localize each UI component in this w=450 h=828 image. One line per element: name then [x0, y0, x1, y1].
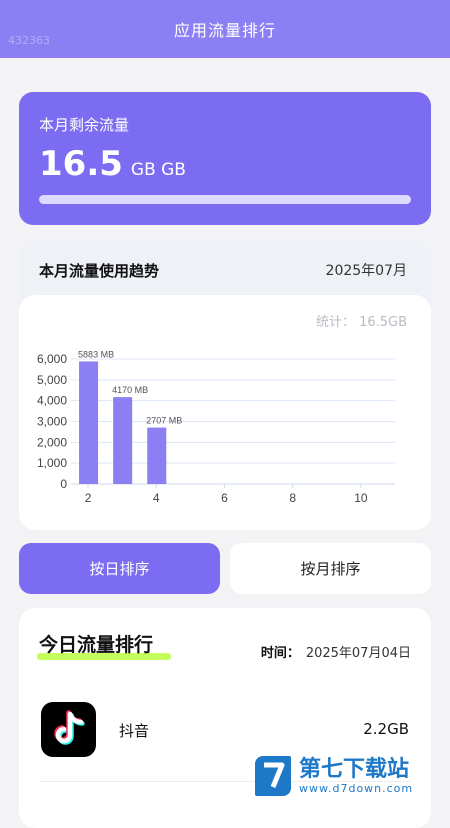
- ranking-time-label: 时间：: [260, 646, 300, 661]
- site-logo-text: 第七下载站 www.d7down.com: [299, 756, 414, 795]
- remaining-value: 16.5: [39, 144, 123, 184]
- bar-data-label: 2707 MB: [146, 416, 182, 426]
- remaining-unit: GB GB: [130, 160, 186, 180]
- bar-data-label: 5883 MB: [78, 349, 114, 359]
- site-watermark: 第七下载站 www.d7down.com: [255, 752, 445, 800]
- y-tick-label: 5,000: [37, 373, 67, 387]
- remaining-label: 本月剩余流量: [39, 116, 130, 134]
- usage-bar-chart: 0 1,000 2,000 3,000 4,000 5,000 6,000 2 4 6 8 10 588…: [37, 349, 395, 505]
- remaining-value-row: 16.5 GB GB: [39, 144, 186, 184]
- sort-by-day-button[interactable]: 按日排序: [19, 543, 220, 594]
- site-domain: www.d7down.com: [299, 781, 414, 795]
- site-logo-icon: [255, 756, 291, 796]
- x-tick-label: 10: [354, 491, 368, 505]
- trend-month[interactable]: 2025年07月: [326, 260, 407, 280]
- ranking-time-value: 2025年07月04日: [305, 646, 411, 661]
- tiktok-icon: [41, 702, 96, 757]
- site-name: 第七下载站: [299, 756, 410, 782]
- page-title: 应用流量排行: [173, 21, 276, 40]
- usage-trend-card: 本月流量使用趋势 2025年07月 统计： 16.5GB 0 1,000 2,000 3…: [19, 240, 431, 530]
- app-header: 应用流量排行: [0, 0, 450, 58]
- remaining-progress-fill: [39, 195, 411, 204]
- x-tick-label: 8: [289, 491, 296, 505]
- x-tick-label: 4: [153, 491, 160, 505]
- ranking-title: 今日流量排行: [39, 634, 154, 656]
- y-tick-label: 1,000: [37, 456, 67, 470]
- trend-title: 本月流量使用趋势: [39, 262, 160, 280]
- x-tick-label: 6: [221, 491, 228, 505]
- list-item[interactable]: 抖音 2.2GB: [19, 700, 431, 760]
- ranking-time[interactable]: 时间： 2025年07月04日: [261, 642, 411, 661]
- app-usage: 2.2GB: [363, 720, 409, 738]
- usage-chart-panel: 统计： 16.5GB 0 1,000 2,000 3,000 4,000 5,000 6,00…: [19, 295, 431, 530]
- y-tick-label: 4,000: [37, 394, 67, 408]
- remaining-data-card: 本月剩余流量 16.5 GB GB: [19, 92, 431, 225]
- y-tick-label: 3,000: [37, 415, 67, 429]
- bar: [113, 397, 133, 484]
- bar: [79, 361, 99, 484]
- bar: [147, 427, 167, 484]
- bar-data-label: 4170 MB: [112, 385, 148, 395]
- x-tick-label: 2: [85, 491, 92, 505]
- watermark-id: 432363: [8, 34, 50, 47]
- ranking-title-wrap: 今日流量排行: [37, 630, 171, 660]
- y-tick-label: 2,000: [37, 435, 67, 449]
- app-name: 抖音: [119, 722, 150, 740]
- remaining-progress-bar: [39, 195, 411, 204]
- sort-by-month-button[interactable]: 按月排序: [230, 543, 431, 594]
- y-tick-label: 6,000: [37, 352, 67, 366]
- y-tick-label: 0: [60, 477, 67, 491]
